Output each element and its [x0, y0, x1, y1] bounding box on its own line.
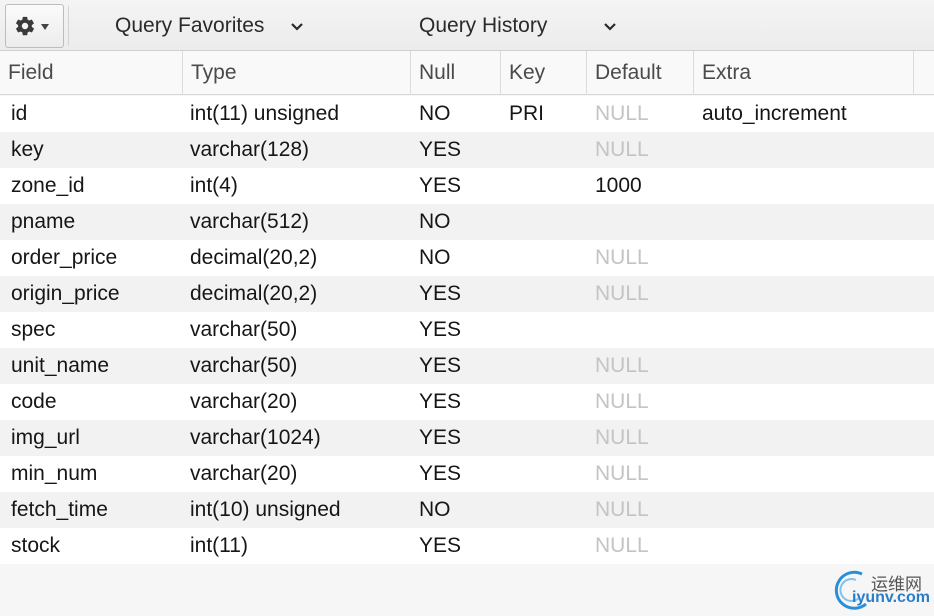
- cell-default[interactable]: NULL: [595, 276, 649, 312]
- gear-icon: [14, 15, 36, 37]
- cell-field[interactable]: id: [11, 96, 27, 132]
- cell-type[interactable]: varchar(1024): [190, 420, 321, 456]
- query-history-label: Query History: [419, 14, 548, 37]
- table-row[interactable]: pname varchar(512) NO: [0, 204, 934, 240]
- cell-field[interactable]: pname: [11, 204, 75, 240]
- cell-default[interactable]: NULL: [595, 420, 649, 456]
- cell-extra[interactable]: auto_increment: [702, 96, 847, 132]
- cell-type[interactable]: varchar(128): [190, 132, 309, 168]
- cell-default[interactable]: NULL: [595, 492, 649, 528]
- structure-table: Field Type Null Key Default Extra id int(…: [0, 51, 934, 616]
- table-row[interactable]: spec varchar(50) YES: [0, 312, 934, 348]
- cell-default[interactable]: NULL: [595, 384, 649, 420]
- table-row[interactable]: stock int(11) YES NULL: [0, 528, 934, 564]
- table-row[interactable]: key varchar(128) YES NULL: [0, 132, 934, 168]
- cell-type[interactable]: varchar(20): [190, 456, 297, 492]
- cell-field[interactable]: zone_id: [11, 168, 85, 204]
- table-row[interactable]: img_url varchar(1024) YES NULL: [0, 420, 934, 456]
- cell-type[interactable]: varchar(512): [190, 204, 309, 240]
- cell-default[interactable]: 1000: [595, 168, 642, 204]
- cell-type[interactable]: varchar(50): [190, 312, 297, 348]
- cell-field[interactable]: fetch_time: [11, 492, 108, 528]
- query-favorites-button[interactable]: Query Favorites: [115, 11, 304, 41]
- cell-type[interactable]: decimal(20,2): [190, 276, 317, 312]
- table-row[interactable]: fetch_time int(10) unsigned NO NULL: [0, 492, 934, 528]
- table-row[interactable]: zone_id int(4) YES 1000: [0, 168, 934, 204]
- cell-field[interactable]: code: [11, 384, 57, 420]
- column-header-field[interactable]: Field: [0, 51, 183, 95]
- column-header-extra[interactable]: Extra: [694, 51, 914, 95]
- cell-null[interactable]: NO: [419, 492, 451, 528]
- column-header-default[interactable]: Default: [587, 51, 694, 95]
- table-row[interactable]: min_num varchar(20) YES NULL: [0, 456, 934, 492]
- cell-default[interactable]: NULL: [595, 528, 649, 564]
- column-header-key[interactable]: Key: [501, 51, 587, 95]
- cell-null[interactable]: YES: [419, 168, 461, 204]
- column-header-type[interactable]: Type: [183, 51, 411, 95]
- chevron-down-icon: [290, 14, 304, 38]
- cell-type[interactable]: decimal(20,2): [190, 240, 317, 276]
- cell-field[interactable]: key: [11, 132, 44, 168]
- cell-default[interactable]: NULL: [595, 132, 649, 168]
- cell-field[interactable]: order_price: [11, 240, 117, 276]
- table-row[interactable]: unit_name varchar(50) YES NULL: [0, 348, 934, 384]
- cell-field[interactable]: unit_name: [11, 348, 109, 384]
- cell-default[interactable]: NULL: [595, 348, 649, 384]
- table-row[interactable]: id int(11) unsigned NO PRI NULL auto_incremen…: [0, 96, 934, 132]
- cell-null[interactable]: YES: [419, 456, 461, 492]
- cell-field[interactable]: origin_price: [11, 276, 120, 312]
- cell-null[interactable]: NO: [419, 240, 451, 276]
- cell-null[interactable]: YES: [419, 420, 461, 456]
- cell-key[interactable]: PRI: [509, 96, 544, 132]
- cell-default[interactable]: NULL: [595, 456, 649, 492]
- cell-null[interactable]: YES: [419, 348, 461, 384]
- cell-null[interactable]: YES: [419, 276, 461, 312]
- query-favorites-label: Query Favorites: [115, 14, 265, 37]
- table-row[interactable]: code varchar(20) YES NULL: [0, 384, 934, 420]
- column-header-null[interactable]: Null: [411, 51, 501, 95]
- cell-field[interactable]: img_url: [11, 420, 80, 456]
- dropdown-triangle-icon: [41, 24, 49, 30]
- query-history-button[interactable]: Query History: [419, 11, 617, 41]
- table-row[interactable]: origin_price decimal(20,2) YES NULL: [0, 276, 934, 312]
- cell-null[interactable]: YES: [419, 384, 461, 420]
- cell-default[interactable]: NULL: [595, 96, 649, 132]
- cell-default[interactable]: NULL: [595, 240, 649, 276]
- table-header: Field Type Null Key Default Extra: [0, 51, 934, 95]
- cell-null[interactable]: NO: [419, 204, 451, 240]
- cell-type[interactable]: varchar(20): [190, 384, 297, 420]
- cell-null[interactable]: YES: [419, 528, 461, 564]
- cell-null[interactable]: NO: [419, 96, 451, 132]
- toolbar-divider: [68, 6, 69, 46]
- chevron-down-icon: [603, 14, 617, 38]
- cell-null[interactable]: YES: [419, 132, 461, 168]
- cell-field[interactable]: spec: [11, 312, 55, 348]
- cell-type[interactable]: int(4): [190, 168, 238, 204]
- cell-type[interactable]: varchar(50): [190, 348, 297, 384]
- table-row[interactable]: order_price decimal(20,2) NO NULL: [0, 240, 934, 276]
- cell-type[interactable]: int(11): [190, 528, 248, 564]
- cell-field[interactable]: stock: [11, 528, 60, 564]
- watermark-en-text: iyunv.com: [852, 589, 930, 606]
- cell-type[interactable]: int(11) unsigned: [190, 96, 339, 132]
- cell-field[interactable]: min_num: [11, 456, 97, 492]
- cell-type[interactable]: int(10) unsigned: [190, 492, 341, 528]
- gear-menu-button[interactable]: [5, 4, 64, 48]
- cell-null[interactable]: YES: [419, 312, 461, 348]
- toolbar: Query Favorites Query History: [0, 0, 934, 51]
